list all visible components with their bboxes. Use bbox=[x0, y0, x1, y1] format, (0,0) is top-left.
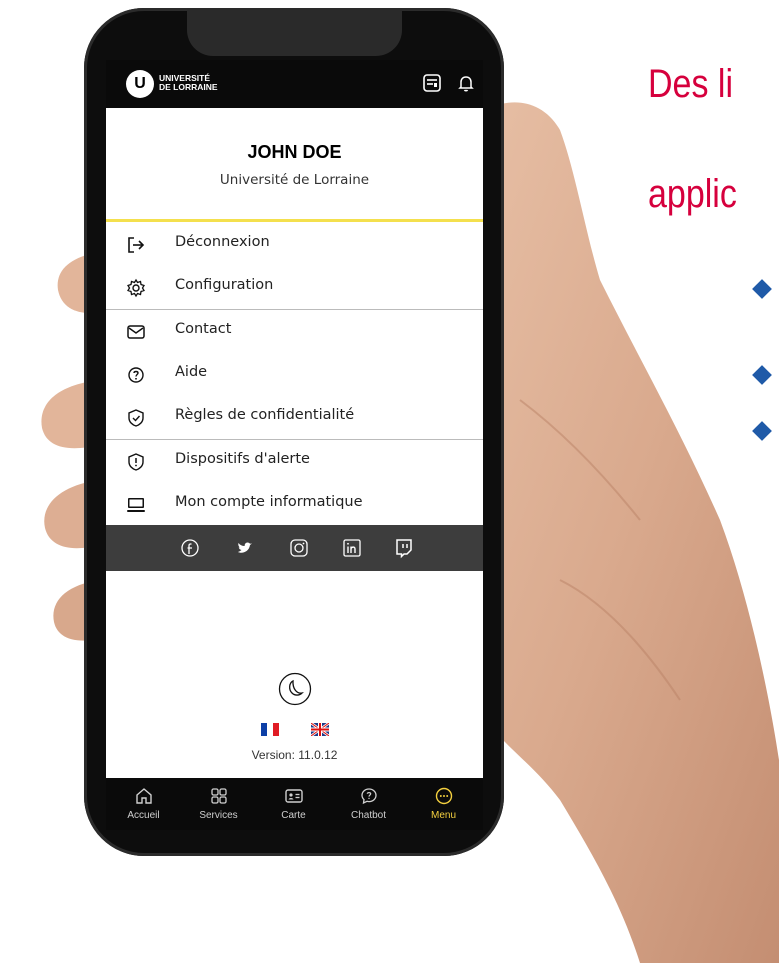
logout-icon bbox=[128, 237, 145, 253]
twitter-icon[interactable] bbox=[234, 537, 256, 559]
bell-icon[interactable] bbox=[456, 73, 476, 93]
profile-organization: Université de Lorraine bbox=[219, 172, 370, 188]
nav-item-services[interactable]: Services bbox=[181, 778, 256, 830]
fr-flag-icon[interactable] bbox=[261, 723, 279, 736]
nav-label: Accueil bbox=[127, 810, 160, 821]
shield-check-icon bbox=[128, 409, 144, 427]
menu-label: Configuration bbox=[175, 277, 274, 293]
card-icon[interactable] bbox=[422, 73, 442, 93]
logo-line2: DE LORRAINE bbox=[159, 82, 218, 92]
home-icon bbox=[136, 788, 152, 804]
uk-flag-icon[interactable] bbox=[311, 723, 329, 736]
nav-label: Chatbot bbox=[350, 810, 387, 821]
menu-label: Contact bbox=[175, 321, 232, 337]
grid-icon bbox=[211, 788, 227, 804]
menu-item-privacy[interactable]: Règles de confidentialité bbox=[106, 396, 483, 439]
moon-icon[interactable] bbox=[278, 672, 312, 706]
nav-label: Menu bbox=[430, 810, 456, 821]
mail-icon bbox=[127, 325, 145, 339]
linkedin-icon[interactable] bbox=[341, 537, 363, 559]
menu-item-help[interactable]: Aide bbox=[106, 353, 483, 396]
nav-label: Services bbox=[199, 810, 238, 821]
accent-divider bbox=[106, 219, 483, 222]
logo-mark-icon: U bbox=[134, 75, 146, 92]
phone-notch bbox=[187, 8, 402, 56]
monitor-icon bbox=[127, 498, 145, 512]
more-icon bbox=[435, 787, 453, 805]
bottom-navigation: Accueil Services Carte Chatbot Menu bbox=[106, 778, 483, 830]
menu-label: Aide bbox=[175, 364, 208, 380]
twitch-icon[interactable] bbox=[393, 537, 415, 559]
instagram-icon[interactable] bbox=[288, 537, 310, 559]
social-bar bbox=[106, 525, 483, 571]
nav-label: Carte bbox=[281, 810, 306, 821]
app-version: Version: 11.0.12 bbox=[251, 748, 338, 762]
profile-header: JOHN DOE Université de Lorraine bbox=[106, 108, 483, 220]
menu-label: Dispositifs d'alerte bbox=[175, 451, 310, 467]
facebook-icon[interactable] bbox=[179, 537, 201, 559]
nav-item-accueil[interactable]: Accueil bbox=[106, 778, 181, 830]
id-card-icon bbox=[285, 789, 303, 803]
chat-icon bbox=[361, 788, 377, 805]
alert-shield-icon bbox=[128, 453, 144, 471]
menu-item-contact[interactable]: Contact bbox=[106, 310, 483, 353]
menu-label: Mon compte informatique bbox=[175, 494, 363, 510]
nav-item-carte[interactable]: Carte bbox=[256, 778, 331, 830]
nav-item-chatbot[interactable]: Chatbot bbox=[331, 778, 406, 830]
top-bar: U UNIVERSITÉ DE LORRAINE bbox=[106, 60, 483, 108]
menu-item-alerts[interactable]: Dispositifs d'alerte bbox=[106, 440, 483, 483]
gear-icon bbox=[127, 278, 145, 298]
app-screen: U UNIVERSITÉ DE LORRAINE JOHN DOE Univer… bbox=[106, 60, 483, 830]
menu-item-logout[interactable]: Déconnexion bbox=[106, 223, 483, 266]
logo-text: UNIVERSITÉ DE LORRAINE bbox=[159, 74, 218, 92]
profile-name: JOHN DOE bbox=[247, 142, 342, 162]
help-icon bbox=[128, 367, 144, 383]
menu-label: Déconnexion bbox=[175, 234, 270, 250]
nav-item-menu[interactable]: Menu bbox=[406, 778, 481, 830]
menu-label: Règles de confidentialité bbox=[175, 407, 355, 423]
menu-item-configuration[interactable]: Configuration bbox=[106, 266, 483, 309]
menu-item-it-account[interactable]: Mon compte informatique bbox=[106, 483, 483, 526]
